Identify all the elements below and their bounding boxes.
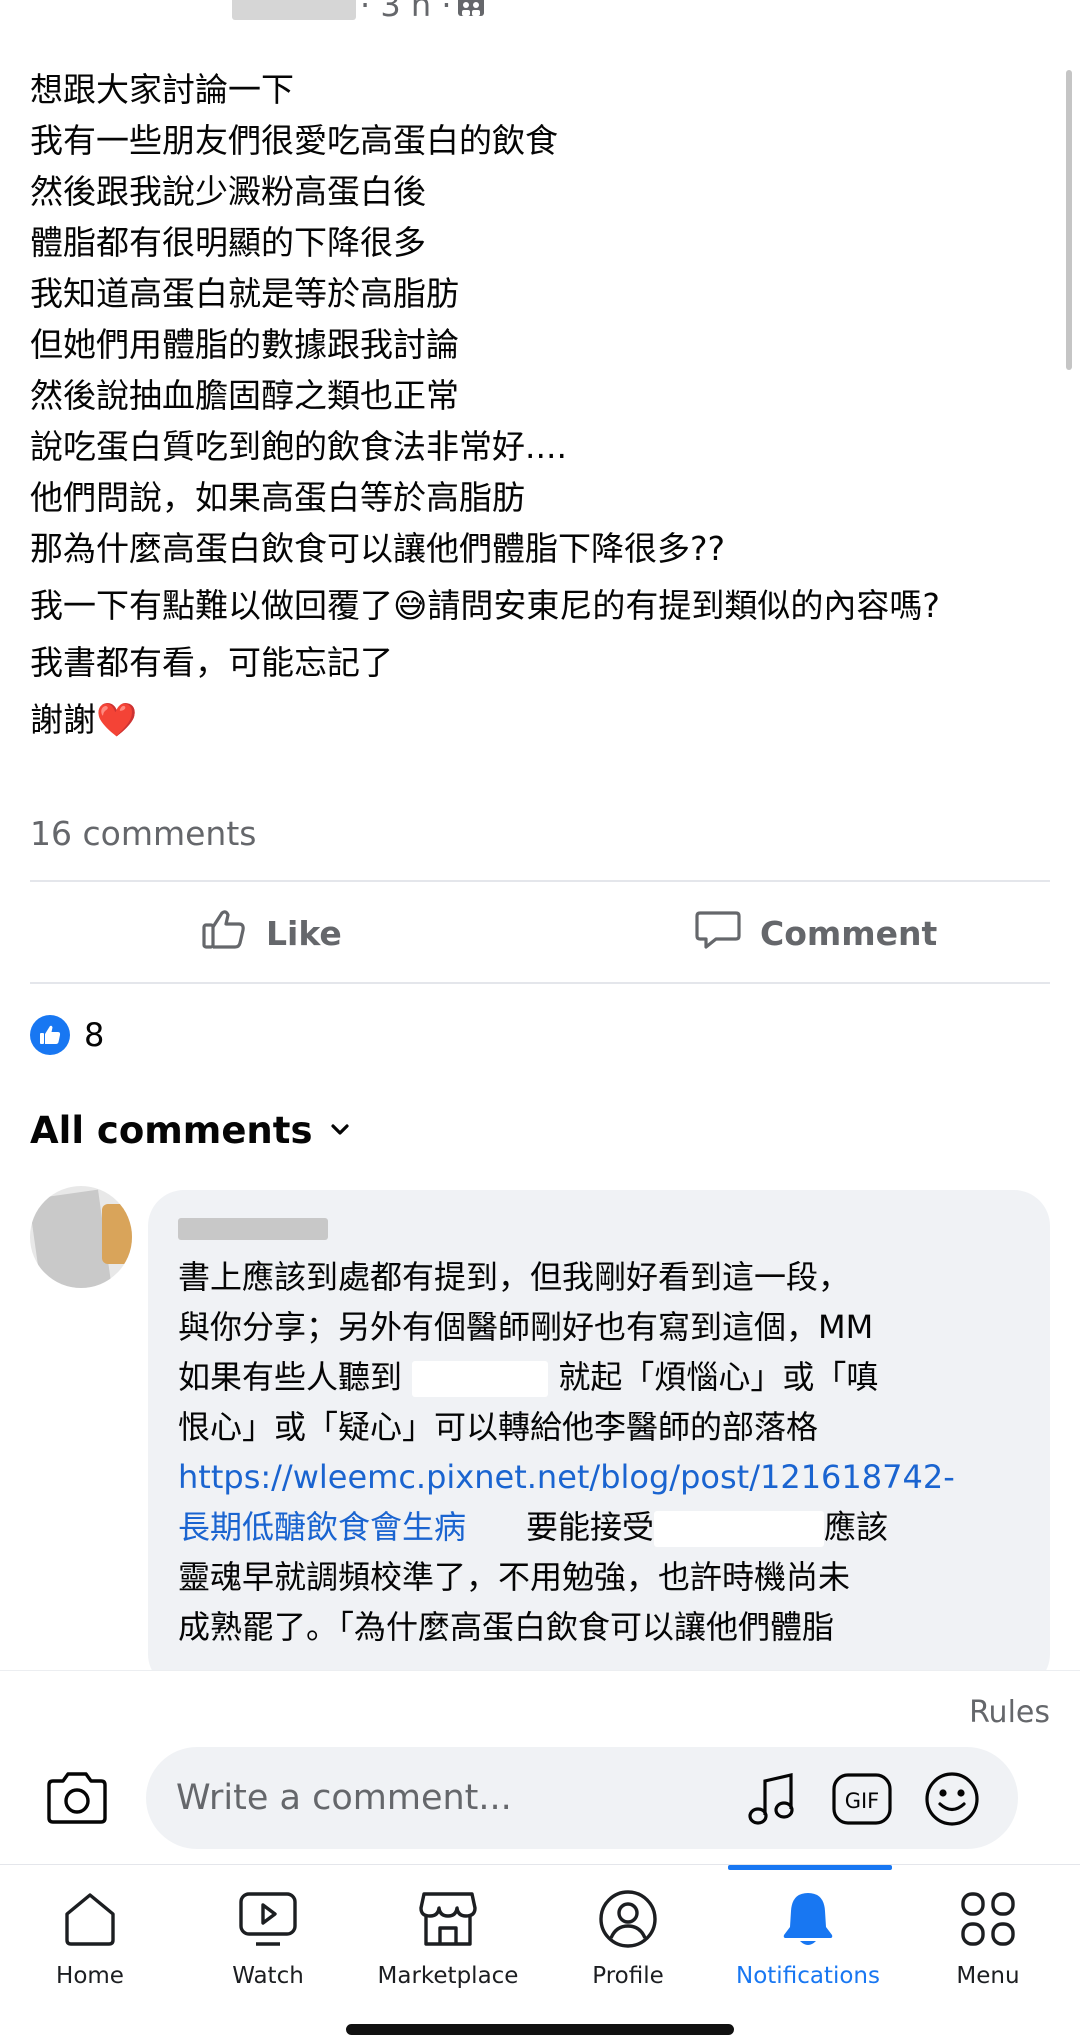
comment-item: 書上應該到處都有提到，但我剛好看到這一段， 與你分享；另外有個醫師剛好也有寫到這… [30, 1186, 1050, 1690]
post-line-book: 我書都有看，可能忘記了 [30, 643, 393, 682]
tab-home[interactable]: Home [0, 1865, 180, 2005]
comment-bubble[interactable]: 書上應該到處都有提到，但我剛好看到這一段， 與你分享；另外有個醫師剛好也有寫到這… [148, 1190, 1050, 1690]
post-line: 體脂都有很明顯的下降很多 [30, 223, 426, 262]
comment-line: 書上應該到處都有提到，但我剛好看到這一段， [178, 1258, 851, 1296]
comment-line: 長期低醣飲食會生病 要能接受 應該 [178, 1508, 889, 1547]
post-line: 然後說抽血膽固醇之類也正常 [30, 376, 459, 415]
comment-link[interactable]: https://wleemc.pixnet.net/blog/post/1216… [178, 1452, 1018, 1502]
post-line: 我知道高蛋白就是等於高脂肪 [30, 274, 459, 313]
comment-composer: Rules GIF [0, 1670, 1080, 1864]
tab-watch[interactable]: Watch [178, 1865, 358, 2005]
comment-text: 書上應該到處都有提到，但我剛好看到這一段， 與你分享；另外有個醫師剛好也有寫到這… [178, 1252, 1018, 1652]
post-header-meta: · 3 h · [0, 0, 1080, 28]
tab-marketplace[interactable]: Marketplace [358, 1865, 538, 2005]
tab-menu[interactable]: Menu [898, 1865, 1078, 2005]
post-line: 說吃蛋白質吃到飽的飲食法非常好.... [30, 427, 567, 466]
divider [30, 982, 1050, 984]
comment-line: 成熟罷了。「為什麼高蛋白飲食可以讓他們體脂 [178, 1608, 835, 1646]
comment-line: 靈魂早就調頻校準了，不用勉強，也許時機尚未 [178, 1558, 851, 1596]
comments-count-link[interactable]: 16 comments [30, 814, 256, 853]
svg-text:GIF: GIF [845, 1789, 880, 1813]
gif-icon[interactable]: GIF [832, 1769, 892, 1829]
post-line: 我有一些朋友們很愛吃高蛋白的飲食 [30, 121, 558, 160]
music-note-icon[interactable] [742, 1769, 802, 1829]
comment-line: 與你分享；另外有個醫師剛好也有寫到這個，MM [178, 1308, 874, 1346]
marketplace-icon [416, 1887, 480, 1951]
like-button[interactable]: Like [200, 884, 342, 982]
like-label: Like [266, 913, 342, 953]
all-comments-label: All comments [30, 1108, 313, 1152]
post-line: 想跟大家討論一下 [30, 70, 294, 109]
commenter-name-redacted[interactable] [178, 1218, 328, 1240]
post-text: 想跟大家討論一下 我有一些朋友們很愛吃高蛋白的飲食 然後跟我說少澱粉高蛋白後 體… [30, 64, 1050, 745]
blog-link-title[interactable]: 長期低醣飲食會生病 [178, 1508, 466, 1546]
post-line-question: 我一下有點難以做回覆了😅請問安東尼的有提到類似的內容嗎? [30, 586, 940, 625]
tab-notifications[interactable]: Notifications [718, 1865, 898, 2005]
comment-input[interactable] [176, 1747, 736, 1849]
like-reaction-icon [30, 1015, 70, 1055]
blog-link[interactable]: https://wleemc.pixnet.net/blog/post/1216… [178, 1458, 955, 1496]
emoji-icon[interactable] [922, 1769, 982, 1829]
watch-icon [236, 1887, 300, 1951]
rules-link[interactable]: Rules [969, 1695, 1050, 1730]
comment-line: 恨心」或「疑心」可以轉給他李醫師的部落格 [178, 1408, 819, 1446]
post-line-thanks: 謝謝❤️ [30, 700, 138, 739]
post-action-bar: Like Comment [30, 884, 1050, 982]
redacted-text [412, 1361, 549, 1397]
audience-group-icon[interactable] [456, 0, 486, 18]
reaction-count: 8 [84, 1016, 105, 1054]
author-name-redacted [232, 0, 356, 20]
home-indicator[interactable] [346, 2024, 734, 2035]
tab-profile[interactable]: Profile [538, 1865, 718, 2005]
post-timestamp: · 3 h · [360, 0, 452, 24]
thumbs-up-icon [200, 905, 248, 961]
comment-button[interactable]: Comment [694, 884, 937, 982]
bell-icon [776, 1887, 840, 1951]
comment-input-container: GIF [146, 1747, 1018, 1849]
post-line: 但她們用體脂的數據跟我討論 [30, 325, 459, 364]
menu-grid-icon [956, 1887, 1020, 1951]
reactions-summary[interactable]: 8 [30, 1014, 104, 1056]
bottom-tab-bar: Home Watch Marketplace Profile Notificat… [0, 1864, 1080, 2041]
camera-icon[interactable] [44, 1769, 110, 1827]
profile-icon [596, 1887, 660, 1951]
comment-bubble-icon [694, 905, 742, 961]
scrollbar[interactable] [1066, 70, 1072, 370]
home-icon [58, 1887, 122, 1951]
comment-line: 如果有些人聽到 就起「煩惱心」或「嗔 [178, 1358, 879, 1397]
post-line: 然後跟我說少澱粉高蛋白後 [30, 172, 426, 211]
avatar[interactable] [30, 1186, 132, 1288]
chevron-down-icon [327, 1109, 353, 1152]
divider [30, 880, 1050, 882]
post-line: 那為什麼高蛋白飲食可以讓他們體脂下降很多?? [30, 529, 726, 568]
post-line: 他們問說，如果高蛋白等於高脂肪 [30, 478, 525, 517]
redacted-text [654, 1511, 825, 1547]
comment-label: Comment [760, 913, 938, 953]
comments-filter-dropdown[interactable]: All comments [30, 1104, 353, 1156]
